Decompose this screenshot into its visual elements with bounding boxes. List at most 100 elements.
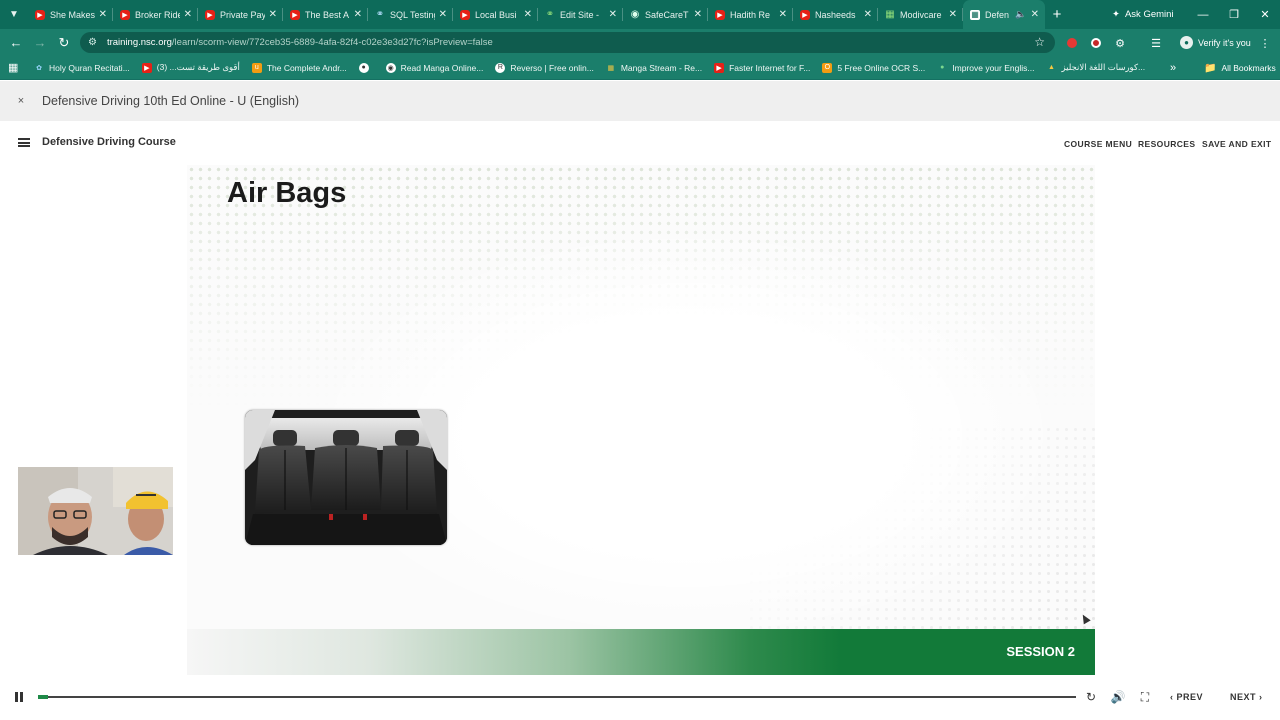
- replay-icon[interactable]: ↻: [1084, 689, 1098, 705]
- browser-menu-icon[interactable]: ⋮: [1257, 35, 1273, 51]
- browser-tab[interactable]: ▶ Private Pay ✕: [198, 0, 283, 29]
- youtube-icon: ▶: [715, 9, 725, 20]
- close-tab-icon[interactable]: ✕: [949, 9, 957, 20]
- tab-title: Private Pay: [220, 9, 265, 20]
- webcam-video-feed: [18, 467, 173, 555]
- browser-tab[interactable]: ▶ Nasheeds ✕: [793, 0, 878, 29]
- forward-button[interactable]: →: [28, 29, 52, 56]
- pause-button[interactable]: [14, 692, 24, 702]
- tab-title: Nasheeds: [815, 9, 856, 20]
- webcam-overlay: [18, 467, 173, 555]
- udemy-icon: u: [251, 62, 262, 73]
- profile-avatar-icon: ●: [1180, 36, 1193, 49]
- browser-tab[interactable]: ▶ She Makes ✕: [28, 0, 113, 29]
- browser-tab[interactable]: ⚭ Edit Site - ✕: [538, 0, 623, 29]
- bookmark-item[interactable]: ● Improve your Englis...: [937, 63, 1034, 73]
- close-tab-icon[interactable]: ✕: [694, 9, 702, 20]
- car-rear-seat-image: [245, 410, 447, 545]
- close-tab-icon[interactable]: ✕: [609, 9, 617, 20]
- address-bar[interactable]: ⚙ training.nsc.org/learn/scorm-view/772c…: [80, 32, 1055, 53]
- extension-recorder-icon[interactable]: [1088, 35, 1104, 51]
- browser-tab[interactable]: ▦ Modivcare ✕: [878, 0, 963, 29]
- extension-red-icon[interactable]: [1064, 35, 1080, 51]
- bookmark-item[interactable]: O 5 Free Online OCR S...: [822, 62, 925, 73]
- close-tab-icon[interactable]: ✕: [354, 9, 362, 20]
- next-label: NEXT: [1230, 692, 1257, 702]
- bookmark-label: كورسات اللغة الانجليز...: [1061, 62, 1146, 72]
- bookmark-item[interactable]: ▶ أقوى طريقة تست... (3): [141, 62, 240, 73]
- resources-link[interactable]: RESOURCES: [1138, 139, 1195, 149]
- youtube-icon: ▶: [141, 62, 152, 73]
- close-tab-icon[interactable]: ✕: [99, 9, 107, 20]
- bookmark-item[interactable]: R Reverso | Free onlin...: [495, 62, 594, 73]
- reverso-icon: R: [495, 62, 506, 73]
- browser-tab[interactable]: ▶ The Best A ✕: [283, 0, 368, 29]
- close-window-button[interactable]: ✕: [1249, 0, 1280, 29]
- bookmark-item[interactable]: ●: [358, 62, 374, 73]
- bookmark-label: أقوى طريقة تست... (3): [156, 62, 240, 72]
- bookmark-item[interactable]: ▲ كورسات اللغة الانجليز...: [1046, 62, 1145, 73]
- hamburger-menu-icon[interactable]: [18, 138, 30, 147]
- bookmarks-overflow-icon[interactable]: »: [1170, 56, 1176, 80]
- tab-title: Edit Site -: [560, 9, 600, 20]
- course-menu-link[interactable]: COURSE MENU: [1064, 139, 1132, 149]
- minimize-button[interactable]: —: [1187, 0, 1219, 29]
- back-button[interactable]: ←: [4, 29, 28, 56]
- bookmark-label: Manga Stream - Re...: [620, 62, 703, 73]
- close-tab-icon[interactable]: ✕: [439, 9, 447, 20]
- site-info-icon[interactable]: ⚙: [88, 37, 97, 48]
- browser-tab[interactable]: ▶ Local Busi ✕: [453, 0, 538, 29]
- bookmark-item[interactable]: ◉ Read Manga Online...: [385, 62, 483, 73]
- restore-button[interactable]: ❐: [1218, 0, 1250, 29]
- volume-icon[interactable]: 🔊: [1111, 689, 1126, 705]
- browser-tab[interactable]: ⚭ SQL Testing ✕: [368, 0, 453, 29]
- all-bookmarks-button[interactable]: 📁 All Bookmarks: [1204, 56, 1276, 80]
- apps-grid-icon[interactable]: ▦: [8, 61, 24, 74]
- bookmark-item[interactable]: u The Complete Andr...: [251, 62, 347, 73]
- save-and-exit-link[interactable]: SAVE AND EXIT: [1202, 139, 1271, 149]
- prev-button[interactable]: ‹ PREV: [1170, 692, 1203, 702]
- slide-canvas: Air Bags SESSION 2: [187, 165, 1095, 675]
- tab-search-button[interactable]: ▼: [0, 0, 28, 29]
- session-band: SESSION 2: [187, 629, 1095, 675]
- all-bookmarks-label: All Bookmarks: [1221, 63, 1276, 73]
- youtube-icon: ▶: [460, 9, 470, 20]
- tab-title: The Best A: [305, 9, 350, 20]
- browser-tab[interactable]: ▶ Broker Ride ✕: [113, 0, 198, 29]
- reading-list-icon[interactable]: ☰: [1148, 35, 1164, 51]
- close-tab-icon[interactable]: ✕: [779, 9, 787, 20]
- bookmark-item[interactable]: ▶ Faster Internet for F...: [714, 62, 810, 73]
- close-tab-icon[interactable]: ✕: [1031, 9, 1039, 20]
- close-document-button[interactable]: ×: [0, 95, 42, 107]
- book-icon: ●: [940, 64, 945, 71]
- youtube-icon: ▶: [35, 9, 45, 20]
- document-title: Defensive Driving 10th Ed Online - U (En…: [42, 94, 300, 108]
- youtube-icon: ▶: [205, 9, 215, 20]
- close-tab-icon[interactable]: ✕: [184, 9, 192, 20]
- bookmark-item[interactable]: ▦ Manga Stream - Re...: [606, 62, 703, 73]
- close-tab-icon[interactable]: ✕: [269, 9, 277, 20]
- browser-tab[interactable]: ◉ SafeCareT ✕: [623, 0, 708, 29]
- extensions-puzzle-icon[interactable]: ⚙: [1112, 35, 1128, 51]
- reload-button[interactable]: ↻: [52, 29, 76, 56]
- ask-gemini-button[interactable]: ✦ Ask Gemini: [1104, 5, 1182, 24]
- bookmark-star-icon[interactable]: ☆: [1034, 35, 1045, 49]
- close-tab-icon[interactable]: ✕: [524, 9, 532, 20]
- new-tab-button[interactable]: +: [1045, 6, 1069, 23]
- next-button[interactable]: NEXT ›: [1230, 692, 1263, 702]
- browser-tab[interactable]: ▶ Hadith Re ✕: [708, 0, 793, 29]
- speaker-icon[interactable]: 🔈: [1015, 9, 1026, 20]
- browser-tab[interactable]: ▦ Defen 🔈 ✕: [963, 0, 1045, 29]
- slide-title: Air Bags: [227, 177, 347, 209]
- fullscreen-icon[interactable]: ⛶: [1138, 689, 1152, 705]
- bookmark-item[interactable]: ✿ Holy Quran Recitati...: [34, 63, 130, 73]
- tab-title: Broker Ride: [135, 9, 180, 20]
- profile-button[interactable]: ● Verify it's you: [1174, 33, 1257, 52]
- progress-track[interactable]: [38, 695, 1076, 699]
- manga-icon: ▦: [607, 64, 615, 72]
- close-tab-icon[interactable]: ✕: [864, 9, 872, 20]
- github-icon: ●: [358, 62, 369, 73]
- globe-icon: ◉: [385, 62, 396, 73]
- course-header: Defensive Driving Course COURSE MENU RES…: [0, 121, 1280, 163]
- youtube-icon: ▶: [120, 9, 130, 20]
